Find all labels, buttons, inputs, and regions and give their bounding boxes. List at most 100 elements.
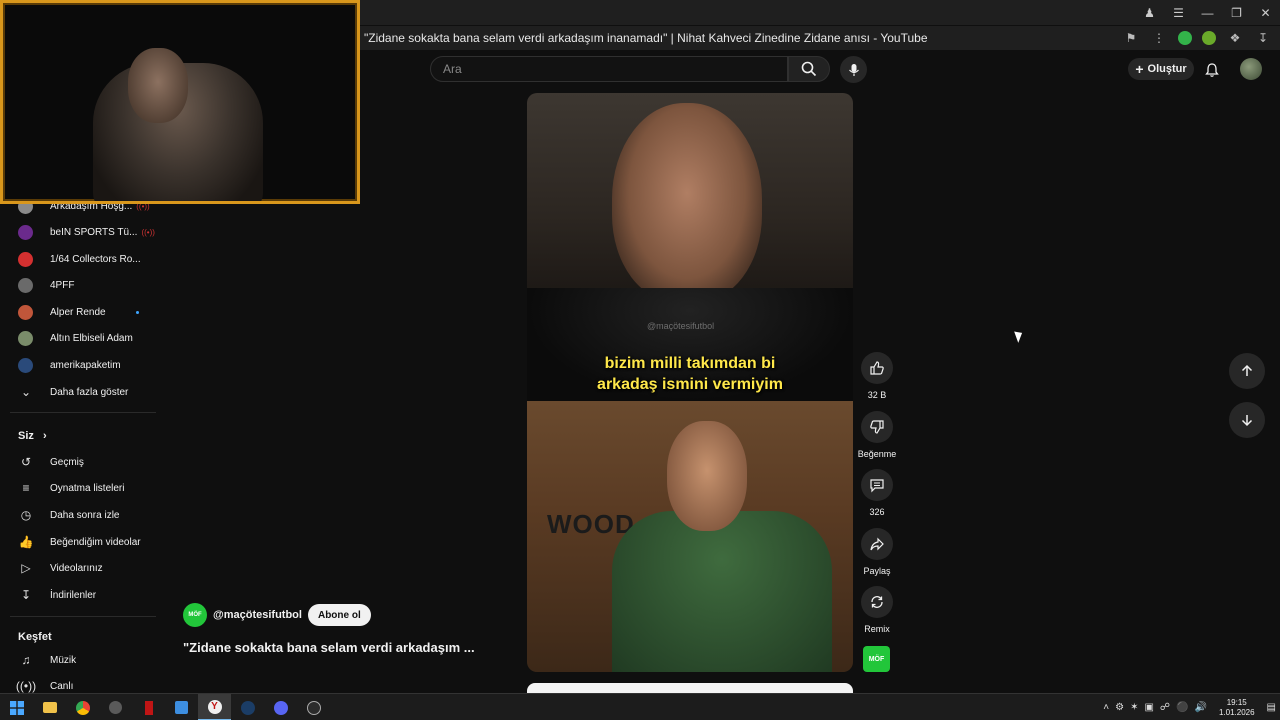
yandex-browser-icon[interactable]: Y bbox=[198, 694, 231, 720]
share-icon bbox=[870, 537, 884, 551]
subtitle-line-2: arkadaş ismini vermiyim bbox=[597, 376, 783, 393]
system-tray: ˄ ⚙ ✶ ▣ ☍ ⚫ 🔊 19:15 1.01.2026 ▤ bbox=[1103, 694, 1276, 720]
network-icon[interactable]: ☍ bbox=[1160, 702, 1170, 713]
previous-short-button[interactable] bbox=[1229, 353, 1265, 389]
short-title[interactable]: "Zidane sokakta bana selam verdi arkadaş… bbox=[183, 640, 475, 655]
sidebar-item-label: Beğendiğim videolar bbox=[50, 536, 141, 548]
chrome-icon[interactable] bbox=[66, 694, 99, 720]
chevron-right-icon: › bbox=[42, 430, 47, 442]
create-button[interactable]: + Oluştur bbox=[1128, 58, 1194, 80]
collections-icon[interactable]: ❖ bbox=[1226, 31, 1244, 45]
sidebar-subscription-item[interactable]: beIN SPORTS Tü... ((•)) bbox=[18, 221, 155, 243]
maximize-button[interactable]: ❐ bbox=[1222, 6, 1251, 20]
obs-icon[interactable] bbox=[297, 694, 330, 720]
channel-avatar bbox=[18, 330, 33, 346]
channel-avatar[interactable]: MÖF bbox=[183, 603, 207, 627]
dislike-label: Beğenme bbox=[857, 449, 897, 459]
channel-logo-button[interactable]: MÖF bbox=[863, 646, 890, 672]
thumb-up-icon: 👍 bbox=[18, 535, 34, 549]
search-button[interactable] bbox=[788, 56, 830, 82]
account-avatar[interactable] bbox=[1240, 58, 1262, 80]
sidebar-item-history[interactable]: ↺ Geçmiş bbox=[18, 451, 84, 473]
bell-icon bbox=[1205, 63, 1219, 77]
app-icon[interactable] bbox=[132, 694, 165, 720]
system-clock[interactable]: 19:15 1.01.2026 bbox=[1219, 698, 1255, 718]
next-short-button[interactable] bbox=[1229, 402, 1265, 438]
sidebar-item-liked-videos[interactable]: 👍 Beğendiğim videolar bbox=[18, 531, 141, 553]
volume-icon[interactable]: 🔊 bbox=[1195, 702, 1207, 713]
sidebar-item-downloads[interactable]: ↧ İndirilenler bbox=[18, 584, 96, 606]
screen: ♟ ☰ — ❐ ✕ "Zidane sokakta bana selam ver… bbox=[0, 0, 1280, 720]
show-more-button[interactable]: ⌄ Daha fazla göster bbox=[18, 381, 128, 403]
channel-avatar bbox=[18, 304, 33, 320]
sidebar-item-your-videos[interactable]: ▷ Videolarınız bbox=[18, 557, 102, 579]
live-indicator-icon: ((•)) bbox=[141, 227, 155, 237]
channel-handle[interactable]: @maçötesifutbol bbox=[213, 609, 302, 621]
you-section-heading[interactable]: Siz › bbox=[18, 430, 47, 442]
tray-app-icon[interactable]: ✶ bbox=[1130, 702, 1138, 713]
profile-icon[interactable]: ♟ bbox=[1135, 6, 1164, 20]
notifications-button[interactable] bbox=[1202, 60, 1222, 80]
remix-button[interactable] bbox=[861, 586, 893, 618]
thumb-up-icon bbox=[870, 361, 884, 375]
taskbar: Y ˄ ⚙ ✶ ▣ ☍ ⚫ 🔊 19:15 1.01.2026 ▤ bbox=[0, 693, 1280, 720]
remix-action[interactable]: Remix bbox=[858, 586, 896, 634]
comment-action[interactable]: 326 bbox=[858, 469, 896, 517]
subscribe-button[interactable]: Abone ol bbox=[307, 604, 371, 626]
bookmark-icon[interactable]: ⚑ bbox=[1122, 31, 1140, 45]
sidebar-item-label: Müzik bbox=[50, 654, 77, 666]
live-icon: ((•)) bbox=[15, 679, 37, 693]
steam-icon[interactable] bbox=[231, 694, 264, 720]
store-icon[interactable] bbox=[165, 694, 198, 720]
close-button[interactable]: ✕ bbox=[1251, 6, 1280, 20]
like-action[interactable]: 32 B bbox=[858, 352, 896, 400]
menu-icon[interactable]: ☰ bbox=[1164, 6, 1193, 20]
search-input[interactable]: Ara bbox=[430, 56, 788, 82]
address-bar[interactable]: "Zidane sokakta bana selam verdi arkadaş… bbox=[358, 26, 1280, 50]
sidebar-subscription-item[interactable]: amerikapaketim bbox=[18, 354, 121, 376]
minimize-button[interactable]: — bbox=[1193, 6, 1222, 20]
sidebar-subscription-item[interactable]: Alper Rende bbox=[18, 301, 139, 323]
discord-icon[interactable] bbox=[264, 694, 297, 720]
download-icon[interactable]: ↧ bbox=[1254, 31, 1272, 45]
sidebar-item-label: Daha sonra izle bbox=[50, 509, 120, 521]
sidebar: Arkadaşım Hoşg... ((•)) beIN SPORTS Tü..… bbox=[0, 195, 160, 693]
video-top-panel: @maçötesifutbol bizim milli takımdan bi … bbox=[527, 93, 853, 401]
notification-center-icon[interactable]: ▤ bbox=[1267, 702, 1276, 713]
sidebar-subscription-item[interactable]: Altın Elbiseli Adam bbox=[18, 327, 133, 349]
tray-app-icon[interactable]: ▣ bbox=[1144, 702, 1153, 713]
share-action[interactable]: Paylaş bbox=[858, 528, 896, 576]
chevron-up-icon[interactable]: ˄ bbox=[1103, 702, 1109, 713]
comment-button[interactable] bbox=[861, 469, 893, 501]
sidebar-item-watch-later[interactable]: ◷ Daha sonra izle bbox=[18, 504, 120, 526]
remix-label: Remix bbox=[864, 624, 890, 634]
subscription-label: beIN SPORTS Tü... bbox=[50, 226, 138, 238]
show-more-label: Daha fazla göster bbox=[50, 386, 129, 398]
video-bottom-shirt bbox=[612, 511, 832, 672]
file-explorer-icon[interactable] bbox=[33, 694, 66, 720]
video-bottom-panel: WOOD bbox=[527, 401, 853, 672]
sidebar-item-playlists[interactable]: ≡ Oynatma listeleri bbox=[18, 477, 124, 499]
dislike-button[interactable] bbox=[861, 411, 893, 443]
channel-avatar bbox=[18, 357, 33, 373]
dislike-action[interactable]: Beğenme bbox=[858, 411, 896, 459]
short-video-player[interactable]: @maçötesifutbol bizim milli takımdan bi … bbox=[527, 93, 853, 672]
microphone-icon[interactable]: ⚫ bbox=[1176, 702, 1188, 713]
sidebar-item-music[interactable]: ♫ Müzik bbox=[18, 649, 77, 671]
app-icon[interactable] bbox=[99, 694, 132, 720]
more-vertical-icon[interactable]: ⋮ bbox=[1150, 31, 1168, 45]
microphone-icon bbox=[848, 63, 859, 76]
sidebar-subscription-item[interactable]: 4PFF bbox=[18, 274, 74, 296]
share-button[interactable] bbox=[861, 528, 893, 560]
sidebar-subscription-item[interactable]: 1/64 Collectors Ro... bbox=[18, 248, 141, 270]
new-content-indicator bbox=[135, 310, 139, 314]
music-icon: ♫ bbox=[21, 653, 31, 667]
extension-icon[interactable] bbox=[1202, 31, 1216, 45]
comment-icon bbox=[870, 479, 884, 493]
like-button[interactable] bbox=[861, 352, 893, 384]
start-button[interactable] bbox=[0, 694, 33, 720]
mouse-cursor bbox=[1014, 329, 1025, 343]
tray-app-icon[interactable]: ⚙ bbox=[1115, 702, 1124, 713]
voice-search-button[interactable] bbox=[840, 56, 867, 83]
extension-icon[interactable] bbox=[1178, 31, 1192, 45]
